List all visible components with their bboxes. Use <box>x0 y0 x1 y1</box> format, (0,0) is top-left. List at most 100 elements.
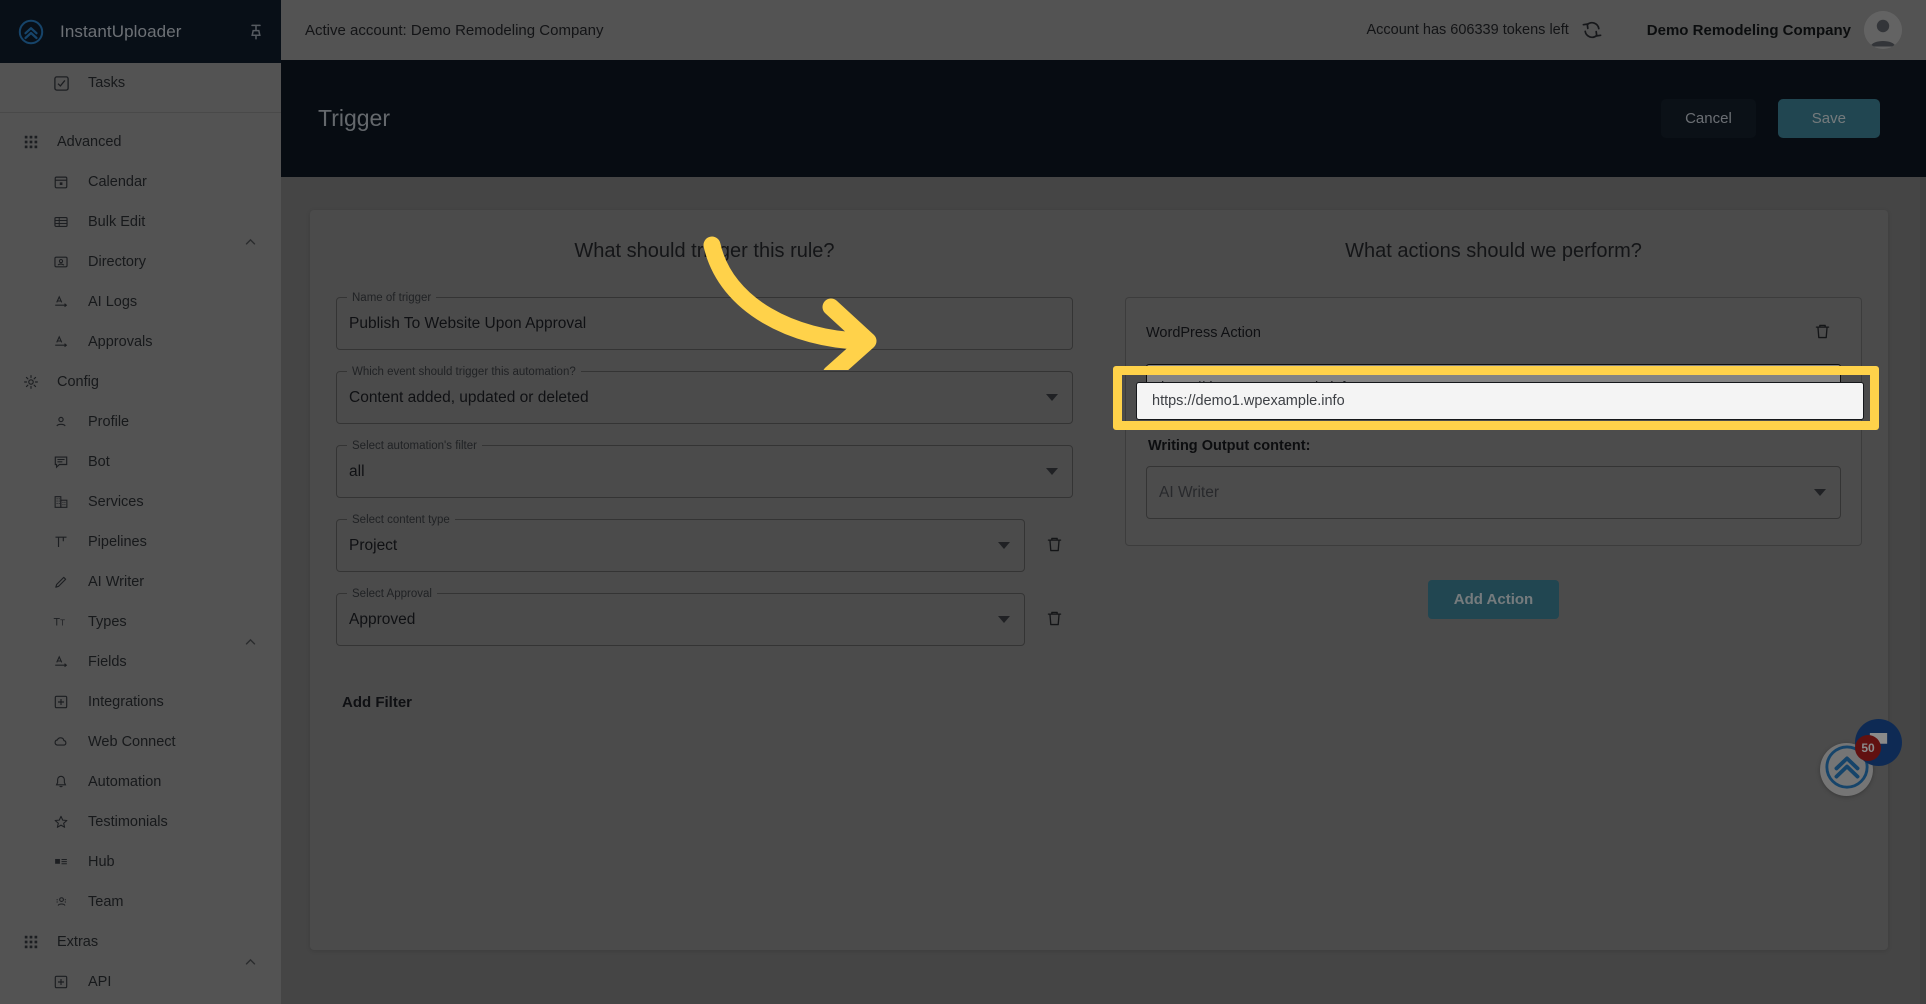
page-scrollbar[interactable] <box>1920 60 1926 1004</box>
sidebar-item-pipelines[interactable]: Pipelines <box>0 522 281 562</box>
trash-icon <box>1813 322 1832 344</box>
approval-row: Select Approval Approved <box>336 586 1073 667</box>
name-of-trigger-field[interactable]: Name of trigger Publish To Website Upon … <box>336 290 1073 350</box>
trigger-column-title: What should trigger this rule? <box>574 240 835 262</box>
trash-icon <box>1045 535 1064 557</box>
sidebar-item-team[interactable]: Team <box>0 882 281 922</box>
sidebar-item-label: Tasks <box>88 75 126 91</box>
page-title: Trigger <box>318 105 390 131</box>
sidebar-item-tasks[interactable]: Tasks <box>0 63 281 103</box>
chevron-up-icon[interactable] <box>244 636 257 649</box>
app-root: InstantUploader Tasks Advanced Calendar … <box>0 0 1926 1004</box>
sidebar-group-header-extras[interactable]: Extras <box>0 922 281 965</box>
grid-apps-icon <box>22 933 40 951</box>
sidebar-item-profile[interactable]: Profile <box>0 402 281 442</box>
top-bar-right: Account has 606339 tokens left Demo Remo… <box>1366 11 1902 49</box>
notification-badge: 50 <box>1855 735 1881 761</box>
account-name: Demo Remodeling Company <box>1646 21 1851 39</box>
action-header: WordPress Action <box>1146 320 1841 346</box>
save-button[interactable]: Save <box>1777 99 1880 138</box>
content-area: What should trigger this rule? Name of t… <box>281 177 1926 1004</box>
chevron-down-icon[interactable] <box>998 616 1010 623</box>
sidebar-item-label: Team <box>88 894 124 910</box>
chat-lines-icon <box>52 453 70 471</box>
token-balance-text: Account has 606339 tokens left <box>1366 22 1569 38</box>
sidebar-divider <box>0 112 281 113</box>
avatar[interactable] <box>1864 11 1902 49</box>
sidebar-item-ai-writer[interactable]: AI Writer <box>0 562 281 602</box>
page-header: Trigger Cancel Save <box>281 60 1926 177</box>
sidebar-item-hub[interactable]: Hub <box>0 842 281 882</box>
sidebar-group-header-config[interactable]: Config <box>0 362 281 645</box>
annotation-highlighted-input[interactable]: https://demo1.wpexample.info <box>1136 382 1864 420</box>
delete-content-type-button[interactable] <box>1035 519 1073 572</box>
grid-apps-icon <box>22 133 40 151</box>
field-value: Publish To Website Upon Approval <box>349 314 587 332</box>
sidebar-item-testimonials[interactable]: Testimonials <box>0 802 281 842</box>
content-type-select-field[interactable]: Select content type Project <box>336 512 1025 572</box>
field-legend: Select Approval <box>347 586 437 602</box>
approval-select-field[interactable]: Select Approval Approved <box>336 586 1025 646</box>
sidebar-item-label: Testimonials <box>88 814 168 830</box>
sidebar-item-automation[interactable]: Automation <box>0 762 281 802</box>
chevron-down-icon[interactable] <box>1046 394 1058 401</box>
sidebar-item-ai-logs[interactable]: AI Logs <box>0 282 281 322</box>
delete-action-button[interactable] <box>1803 320 1841 346</box>
add-action-wrap: Add Action <box>1125 580 1862 619</box>
pipeline-icon <box>52 533 70 551</box>
header-actions: Cancel Save <box>1661 99 1880 138</box>
sidebar-item-directory[interactable]: Directory <box>0 242 281 282</box>
writing-output-select[interactable]: AI Writer <box>1146 466 1841 519</box>
sidebar-nav: Tasks Advanced Calendar Bulk Edit Direct… <box>0 63 281 1002</box>
sidebar-item-types[interactable]: TT Types <box>0 602 281 642</box>
chevron-down-icon[interactable] <box>1814 489 1826 496</box>
cloud-icon <box>52 733 70 751</box>
content-type-row: Select content type Project <box>336 512 1073 593</box>
sidebar-item-bot[interactable]: Bot <box>0 442 281 482</box>
sidebar-item-label: Types <box>88 614 127 630</box>
automation-filter-select-field[interactable]: Select automation's filter all <box>336 438 1073 498</box>
chevron-down-icon[interactable] <box>998 542 1010 549</box>
sidebar: InstantUploader Tasks Advanced Calendar … <box>0 0 281 1004</box>
checkbox-icon <box>52 74 70 92</box>
sidebar-item-calendar[interactable]: Calendar <box>0 162 281 202</box>
writing-output-label: Writing Output content: <box>1148 438 1311 454</box>
refresh-icon[interactable] <box>1581 19 1603 41</box>
sidebar-item-integrations[interactable]: Integrations <box>0 682 281 722</box>
sidebar-item-label: API <box>88 974 112 990</box>
sidebar-item-label: AI Writer <box>88 574 145 590</box>
sidebar-group-label: Extras <box>57 934 99 950</box>
sidebar-item-fields[interactable]: Fields <box>0 642 281 682</box>
active-account-text: Active account: Demo Remodeling Company <box>305 21 604 39</box>
sidebar-item-label: Services <box>88 494 144 510</box>
sidebar-item-web-connect[interactable]: Web Connect <box>0 722 281 762</box>
sidebar-item-services[interactable]: Services <box>0 482 281 522</box>
sidebar-group-label: Advanced <box>57 134 122 150</box>
delete-approval-button[interactable] <box>1035 593 1073 646</box>
automation-card: What should trigger this rule? Name of t… <box>310 210 1888 950</box>
trash-icon <box>1045 609 1064 631</box>
field-legend: Name of trigger <box>347 290 437 306</box>
add-filter-button[interactable]: Add Filter <box>342 694 412 711</box>
sidebar-group-header-advanced[interactable]: Advanced <box>0 122 281 245</box>
svg-text:T: T <box>60 619 65 628</box>
sidebar-item-label: AI Logs <box>88 294 138 310</box>
pin-icon[interactable] <box>247 23 265 41</box>
sidebar-brand: InstantUploader <box>0 0 281 63</box>
top-bar: Active account: Demo Remodeling Company … <box>281 0 1926 60</box>
sidebar-item-label: Calendar <box>88 174 147 190</box>
chevron-down-icon[interactable] <box>1046 468 1058 475</box>
chevrons-up-circle-icon <box>18 19 44 45</box>
sidebar-item-bulk-edit[interactable]: Bulk Edit <box>0 202 281 242</box>
event-select-field[interactable]: Which event should trigger this automati… <box>336 364 1073 424</box>
sidebar-item-api[interactable]: API <box>0 962 281 1002</box>
sidebar-item-approvals[interactable]: Approvals <box>0 322 281 362</box>
chevron-up-icon[interactable] <box>244 236 257 249</box>
trigger-column: What should trigger this rule? Name of t… <box>310 210 1099 950</box>
star-icon <box>52 813 70 831</box>
building-icon <box>52 493 70 511</box>
chevron-up-icon[interactable] <box>244 956 257 969</box>
add-action-button[interactable]: Add Action <box>1427 580 1560 619</box>
cancel-button[interactable]: Cancel <box>1661 99 1756 138</box>
field-legend: Select automation's filter <box>347 438 482 454</box>
